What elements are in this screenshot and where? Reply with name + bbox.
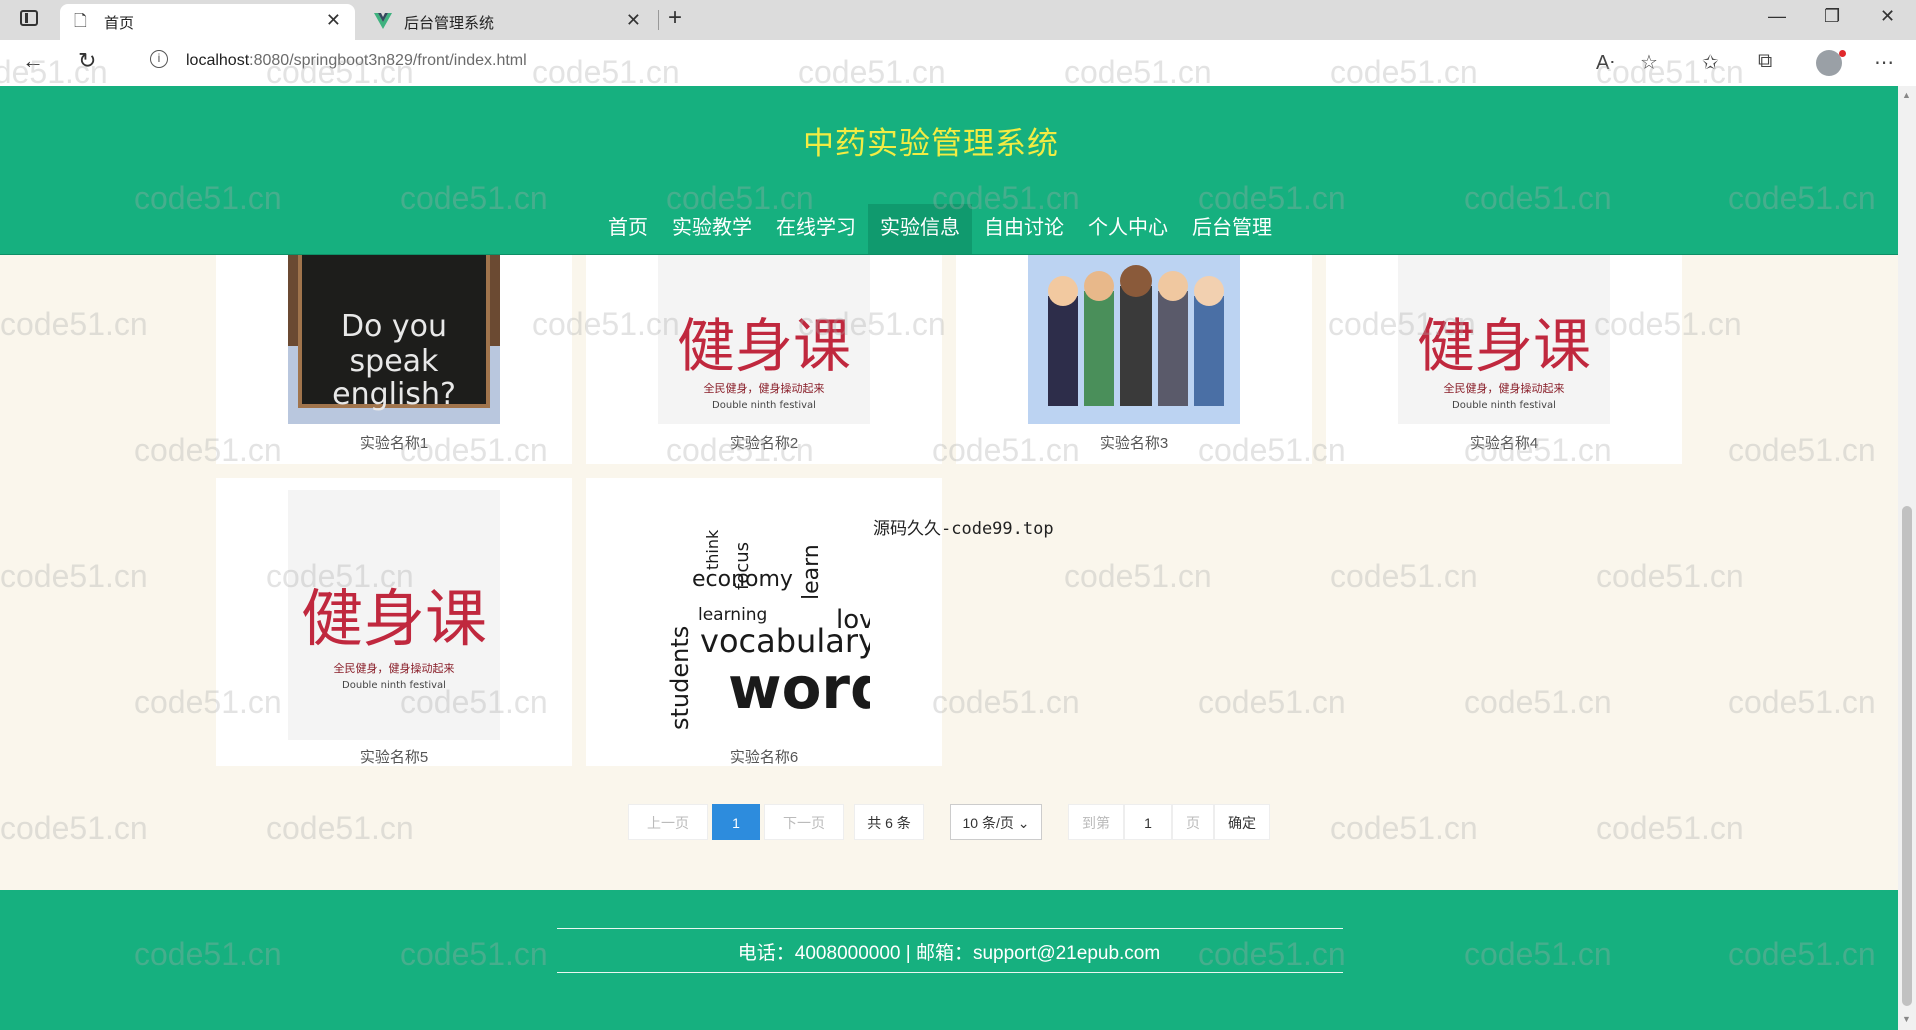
footer-divider-bottom <box>557 972 1343 973</box>
tab-title: 后台管理系统 <box>404 15 495 32</box>
info-icon[interactable]: i <box>150 50 168 68</box>
scroll-down-icon[interactable]: ▼ <box>1902 1014 1911 1024</box>
svg-text:Double ninth festival: Double ninth festival <box>1452 400 1556 411</box>
svg-text:learn: learn <box>799 544 824 600</box>
nav-experiment-teaching[interactable]: 实验教学 <box>660 204 764 254</box>
url-text[interactable]: localhost:8080/springboot3n829/front/ind… <box>186 52 527 70</box>
footer-contact: 电话：4008000000 | 邮箱：support@21epub.com <box>737 943 1161 964</box>
favorite-add-icon[interactable]: ☆ <box>1640 50 1658 75</box>
svg-text:english?: english? <box>332 377 456 412</box>
restore-icon[interactable]: ❐ <box>1824 6 1840 27</box>
nav-home[interactable]: 首页 <box>596 204 660 254</box>
collections-icon[interactable]: ⧉ <box>1758 50 1772 73</box>
svg-text:speak: speak <box>350 344 440 379</box>
new-tab-icon[interactable]: + <box>668 4 682 32</box>
confirm-button[interactable]: 确定 <box>1214 804 1270 840</box>
scroll-thumb[interactable] <box>1902 506 1912 1006</box>
tab-separator <box>658 10 659 30</box>
page-viewport: 中药实验管理系统 首页 实验教学 在线学习 实验信息 自由讨论 个人中心 后台管… <box>0 86 1898 1030</box>
more-icon[interactable]: ⋯ <box>1874 50 1894 75</box>
site-footer: 电话：4008000000 | 邮箱：support@21epub.com <box>0 890 1898 1030</box>
chevron-down-icon: ⌄ <box>1017 815 1030 831</box>
total-count: 共 6 条 <box>854 804 924 840</box>
profile-avatar[interactable] <box>1816 50 1846 76</box>
svg-text:健身课: 健身课 <box>301 582 487 655</box>
reload-icon[interactable]: ↻ <box>78 48 96 74</box>
favorites-icon[interactable]: ✩ <box>1702 50 1719 75</box>
goto-label: 到第 <box>1068 804 1124 840</box>
vue-logo-icon <box>374 13 392 31</box>
svg-text:love: love <box>836 605 870 635</box>
tab-title: 首页 <box>104 15 135 32</box>
card-title: 实验名称2 <box>729 435 799 452</box>
svg-text:Double ninth festival: Double ninth festival <box>712 400 816 411</box>
svg-text:健身课: 健身课 <box>677 312 851 380</box>
svg-text:students: students <box>666 626 694 730</box>
svg-text:think: think <box>703 529 722 570</box>
card-image: economy learning vocabulary words love s… <box>658 490 870 740</box>
close-icon[interactable]: ✕ <box>626 10 641 31</box>
address-bar: ← ↻ i localhost:8080/springboot3n829/fro… <box>0 40 1916 86</box>
tab-home[interactable]: 🗋 首页 ✕ <box>60 4 355 40</box>
svg-text:focus: focus <box>732 542 753 590</box>
card-title: 实验名称5 <box>359 749 429 766</box>
nav-free-discussion[interactable]: 自由讨论 <box>972 204 1076 254</box>
card-title: 实验名称1 <box>359 435 429 452</box>
browser-tab-bar: 🗋 首页 ✕ 后台管理系统 ✕ + — ❐ ✕ <box>0 0 1916 40</box>
experiment-card-5[interactable]: 健身课 全民健身，健身操动起来 Double ninth festival 实验… <box>216 478 572 766</box>
svg-text:words: words <box>728 654 870 722</box>
main-nav: 首页 实验教学 在线学习 实验信息 自由讨论 个人中心 后台管理 <box>596 204 1284 254</box>
svg-text:健身课: 健身课 <box>1417 312 1591 380</box>
page-icon: 🗋 <box>74 13 87 30</box>
back-icon[interactable]: ← <box>22 48 44 74</box>
read-aloud-icon[interactable]: Aᐧ <box>1596 50 1614 75</box>
footer-divider-top <box>557 928 1343 929</box>
minimize-icon[interactable]: — <box>1768 6 1786 27</box>
nav-experiment-info[interactable]: 实验信息 <box>868 204 972 254</box>
card-title: 实验名称6 <box>729 749 799 766</box>
svg-text:全民健身，健身操动起来: 全民健身，健身操动起来 <box>334 661 455 675</box>
goto-page-input[interactable]: 1 <box>1124 804 1172 840</box>
card-image: 健身课 全民健身，健身操动起来 Double ninth festival <box>288 490 500 740</box>
tab-actions-icon[interactable] <box>20 10 38 26</box>
site-title: 中药实验管理系统 <box>803 126 1059 161</box>
page-scrollbar[interactable]: ▲ ▼ <box>1898 86 1916 1030</box>
svg-text:全民健身，健身操动起来: 全民健身，健身操动起来 <box>1444 381 1565 395</box>
tab-admin[interactable]: 后台管理系统 ✕ <box>360 4 655 40</box>
page-1-button[interactable]: 1 <box>712 804 760 840</box>
nav-personal-center[interactable]: 个人中心 <box>1076 204 1180 254</box>
site-header: 中药实验管理系统 首页 实验教学 在线学习 实验信息 自由讨论 个人中心 后台管… <box>0 86 1898 255</box>
next-page-button[interactable]: 下一页 <box>764 804 844 840</box>
svg-text:全民健身，健身操动起来: 全民健身，健身操动起来 <box>704 381 825 395</box>
notice-text: 源码久久-code99.top <box>873 519 1054 539</box>
svg-text:Double ninth festival: Double ninth festival <box>342 680 446 691</box>
prev-page-button[interactable]: 上一页 <box>628 804 708 840</box>
window-close-icon[interactable]: ✕ <box>1880 6 1895 27</box>
page-size-select[interactable]: 10 条/页 ⌄ <box>950 804 1042 840</box>
svg-text:Do you: Do you <box>341 309 447 344</box>
card-title: 实验名称3 <box>1099 435 1169 452</box>
scroll-up-icon[interactable]: ▲ <box>1902 90 1911 100</box>
nav-online-learning[interactable]: 在线学习 <box>764 204 868 254</box>
nav-admin[interactable]: 后台管理 <box>1180 204 1284 254</box>
close-icon[interactable]: ✕ <box>326 10 341 31</box>
card-title: 实验名称4 <box>1469 435 1539 452</box>
page-unit-label: 页 <box>1172 804 1214 840</box>
